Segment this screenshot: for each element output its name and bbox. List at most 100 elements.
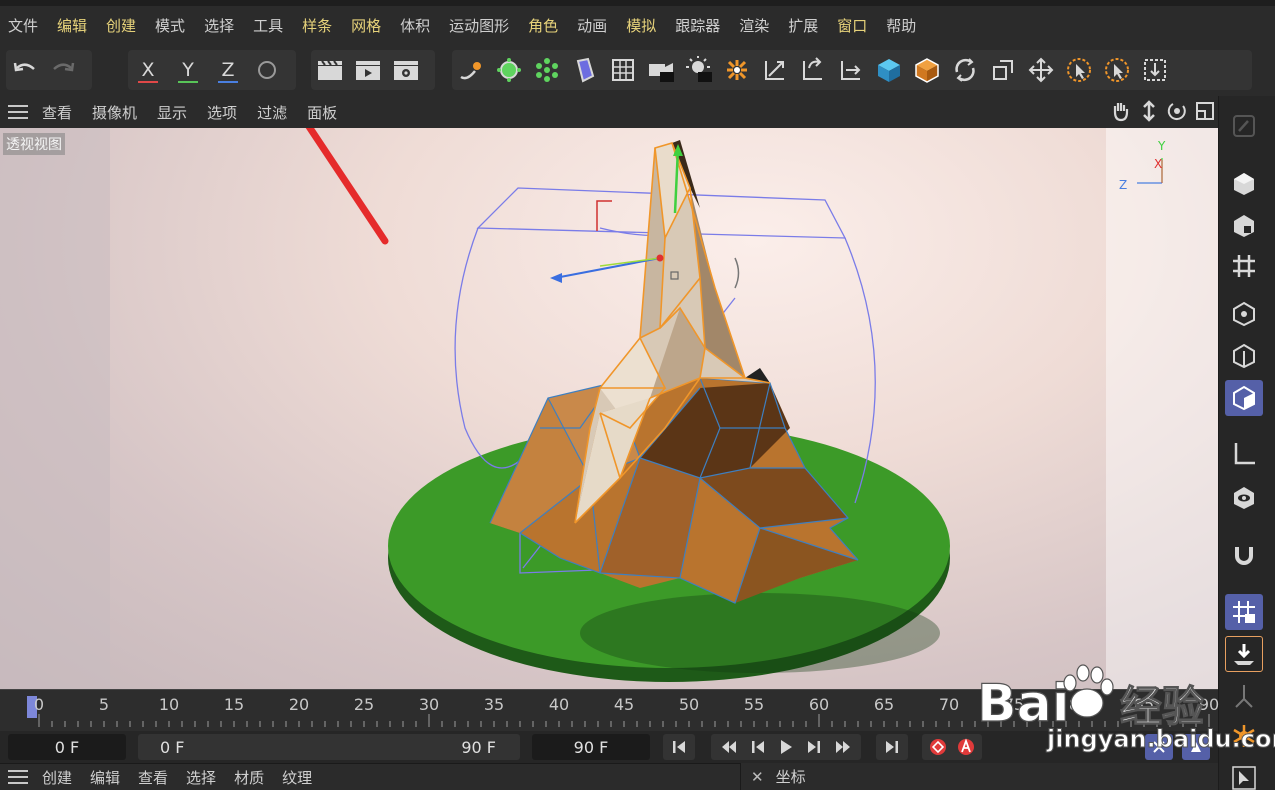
- menu-item-13[interactable]: 跟踪器: [675, 15, 720, 36]
- maximize-view-icon[interactable]: [1194, 100, 1216, 122]
- selection-filter-button[interactable]: [1098, 51, 1136, 89]
- menu-item-4[interactable]: 选择: [204, 15, 234, 36]
- viewport-menu-item-3[interactable]: 选项: [207, 102, 237, 123]
- menu-item-7[interactable]: 网格: [351, 15, 381, 36]
- bottom-menu-item-5[interactable]: 纹理: [282, 767, 312, 788]
- timeline-mode-button-2[interactable]: [1182, 734, 1210, 760]
- palette-points-button[interactable]: [1225, 296, 1263, 332]
- coordinate-system-button[interactable]: [248, 51, 286, 89]
- palette-model-button[interactable]: [1225, 166, 1263, 202]
- render-to-picture-viewer-button[interactable]: [349, 51, 387, 89]
- play-icon[interactable]: [778, 739, 794, 755]
- cloner-button[interactable]: [528, 51, 566, 89]
- menu-item-10[interactable]: 角色: [528, 15, 558, 36]
- field-button[interactable]: [604, 51, 642, 89]
- menu-item-14[interactable]: 渲染: [739, 15, 769, 36]
- menu-item-11[interactable]: 动画: [577, 15, 607, 36]
- transport-bar: 0 F 0 F 90 F 90 F: [0, 731, 1218, 763]
- axis-z-toggle[interactable]: Z: [208, 51, 248, 89]
- menu-item-12[interactable]: 模拟: [626, 15, 656, 36]
- preview-range-slider[interactable]: 0 F 90 F: [138, 734, 520, 760]
- next-frame-icon[interactable]: [806, 740, 822, 754]
- palette-lock-workplane-button[interactable]: [1225, 594, 1263, 630]
- menu-item-16[interactable]: 窗口: [837, 15, 867, 36]
- hamburger-icon[interactable]: [8, 105, 28, 119]
- coordinates-close-icon[interactable]: ✕: [751, 768, 764, 786]
- menu-item-5[interactable]: 工具: [253, 15, 283, 36]
- bottom-menu-item-1[interactable]: 编辑: [90, 767, 120, 788]
- prev-frame-icon[interactable]: [750, 740, 766, 754]
- scale-box-button[interactable]: [984, 51, 1022, 89]
- viewport-menu-item-2[interactable]: 显示: [157, 102, 187, 123]
- perspective-viewport[interactable]: Y X Z 透视视图: [0, 128, 1218, 689]
- menu-item-15[interactable]: 扩展: [788, 15, 818, 36]
- live-selection-button[interactable]: [1060, 51, 1098, 89]
- menu-item-3[interactable]: 模式: [155, 15, 185, 36]
- rotate-pivot-button[interactable]: [794, 51, 832, 89]
- dolly-arrows-icon[interactable]: [1138, 100, 1160, 122]
- bottom-menu-item-0[interactable]: 创建: [42, 767, 72, 788]
- next-key-icon[interactable]: [834, 740, 852, 754]
- go-to-start-button[interactable]: [663, 734, 695, 760]
- menu-item-17[interactable]: 帮助: [886, 15, 916, 36]
- menu-item-6[interactable]: 样条: [302, 15, 332, 36]
- timeline-mode-button-1[interactable]: [1145, 734, 1173, 760]
- palette-simulation-button[interactable]: [1225, 718, 1263, 754]
- menu-item-0[interactable]: 文件: [8, 15, 38, 36]
- cube-object-button[interactable]: [870, 51, 908, 89]
- palette-texture-button[interactable]: [1225, 208, 1263, 244]
- menu-item-8[interactable]: 体积: [400, 15, 430, 36]
- palette-snap-button[interactable]: [1225, 536, 1263, 572]
- current-frame-field[interactable]: 0 F: [8, 734, 126, 760]
- timeline-ruler[interactable]: 0 5 10 15 20 25 30 35 40 45 50 55 60 65 70 75 80 85 90: [0, 689, 1219, 731]
- palette-edit-button[interactable]: [1225, 108, 1263, 144]
- generator-button[interactable]: [490, 51, 528, 89]
- palette-workplane-button[interactable]: [1225, 248, 1263, 284]
- menu-item-2[interactable]: 创建: [106, 15, 136, 36]
- viewport-menu-item-0[interactable]: 查看: [42, 102, 72, 123]
- scale-tool-button[interactable]: [756, 51, 794, 89]
- palette-select-button[interactable]: [1225, 760, 1263, 790]
- bottom-menu-item-2[interactable]: 查看: [138, 767, 168, 788]
- palette-polygons-button[interactable]: [1225, 380, 1263, 416]
- max-frame-field[interactable]: 90 F: [532, 734, 650, 760]
- bake-down-button[interactable]: [1136, 51, 1174, 89]
- record-key-icon[interactable]: [928, 737, 948, 757]
- axis-x-toggle[interactable]: X: [128, 51, 168, 89]
- axis-y-toggle[interactable]: Y: [168, 51, 208, 89]
- render-view-button[interactable]: [311, 51, 349, 89]
- prev-key-icon[interactable]: [720, 740, 738, 754]
- viewport-menu-item-5[interactable]: 面板: [307, 102, 337, 123]
- palette-edges-button[interactable]: [1225, 338, 1263, 374]
- palette-spline-button[interactable]: [1225, 678, 1263, 714]
- move-tool-button[interactable]: [1022, 51, 1060, 89]
- undo-button[interactable]: [6, 51, 44, 89]
- spline-pen-button[interactable]: [452, 51, 490, 89]
- move-axis-button[interactable]: [832, 51, 870, 89]
- bottom-hamburger-icon[interactable]: [8, 770, 28, 784]
- bottom-menu-item-3[interactable]: 选择: [186, 767, 216, 788]
- autokey-icon[interactable]: [956, 737, 976, 757]
- object-axis-gizmo[interactable]: [550, 144, 740, 289]
- polygon-object-button[interactable]: [908, 51, 946, 89]
- hand-pan-icon[interactable]: [1110, 100, 1132, 122]
- palette-drop-to-floor-button[interactable]: [1225, 636, 1263, 672]
- render-settings-button[interactable]: [387, 51, 425, 89]
- timeline-tick-marks: [38, 714, 1210, 727]
- palette-visibility-button[interactable]: [1225, 480, 1263, 516]
- camera-button[interactable]: [642, 51, 680, 89]
- bottom-menu-item-4[interactable]: 材质: [234, 767, 264, 788]
- orbit-icon[interactable]: [1166, 100, 1188, 122]
- light-button[interactable]: [680, 51, 718, 89]
- menu-item-1[interactable]: 编辑: [57, 15, 87, 36]
- deformer-button[interactable]: [566, 51, 604, 89]
- rotate-tool-button[interactable]: [946, 51, 984, 89]
- menu-item-9[interactable]: 运动图形: [449, 15, 509, 36]
- model-mode-button[interactable]: [718, 51, 756, 89]
- viewport-menu-item-4[interactable]: 过滤: [257, 102, 287, 123]
- select-arrow-icon: [1232, 766, 1256, 790]
- redo-button[interactable]: [44, 51, 82, 89]
- palette-axis-button[interactable]: [1225, 436, 1263, 472]
- viewport-menu-item-1[interactable]: 摄像机: [92, 102, 137, 123]
- go-to-end-button[interactable]: [876, 734, 908, 760]
